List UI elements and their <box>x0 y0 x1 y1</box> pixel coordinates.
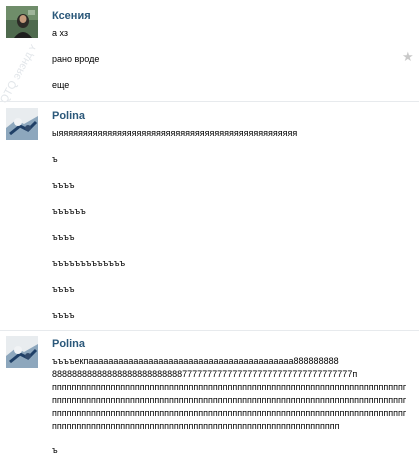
message-text: еще <box>52 80 70 90</box>
avatar[interactable] <box>6 108 38 140</box>
message-text: а хз <box>52 28 69 38</box>
message-text: ъъъъ <box>52 310 75 320</box>
divider <box>0 330 419 331</box>
message-text: пппппппппппппппппппппппппппппппппппппппп… <box>52 395 406 405</box>
message-text: ъ <box>52 154 58 164</box>
message-text: ъ <box>52 445 58 455</box>
message-text: пппппппппппппппппппппппппппппппппппппппп… <box>52 421 340 431</box>
avatar-photo <box>6 108 38 140</box>
message-author[interactable]: Ксения <box>52 10 91 22</box>
star-icon[interactable]: ★ <box>402 50 414 63</box>
message-text: ъъъъ <box>52 284 75 294</box>
message-author[interactable]: Polina <box>52 338 85 350</box>
message-text: пппппппппппппппппппппппппппппппппппппппп… <box>52 408 406 418</box>
message-text: 8888888888888888888888888877777777777777… <box>52 369 358 379</box>
avatar-photo <box>6 6 38 38</box>
message-text: ъъъъ <box>52 232 75 242</box>
message-text: ъъъъ <box>52 180 75 190</box>
avatar[interactable] <box>6 6 38 38</box>
message-text: ыяяяяяяяяяяяяяяяяяяяяяяяяяяяяяяяяяяяяяяя… <box>52 128 298 138</box>
message-text: рано вроде <box>52 54 100 64</box>
svg-text:QТQ эяэнд ʏ: QТQ эяэнд ʏ <box>0 42 39 105</box>
message-text: ъъъъъъ <box>52 206 86 216</box>
message-text: ъъъъъъъъъъъъъ <box>52 258 126 268</box>
avatar-photo <box>6 336 38 368</box>
message-author[interactable]: Polina <box>52 110 85 122</box>
divider <box>0 101 419 102</box>
avatar[interactable] <box>6 336 38 368</box>
message-text: пппппппппппппппппппппппппппппппппппппппп… <box>52 382 406 392</box>
message-text: ъъъъекпааааааааааааааааааааааааааааааааа… <box>52 356 339 366</box>
